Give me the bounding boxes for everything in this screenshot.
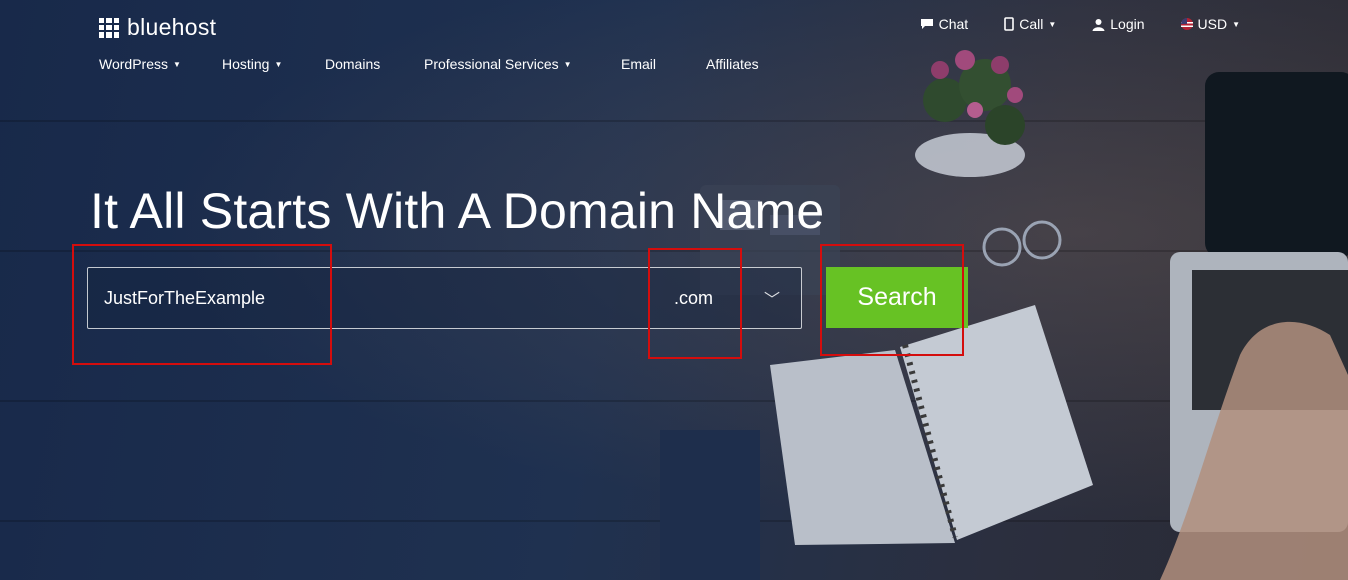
caret-down-icon: ▼ [172,59,181,69]
top-utility-links: Chat Call ▼ Login USD ▼ [920,16,1240,32]
grid-logo-icon [99,17,119,38]
main-nav: WordPress ▼ Hosting ▼ Domains Profession… [99,56,759,72]
login-link-label: Login [1110,16,1145,32]
bluehost-logo[interactable]: bluehost [99,14,216,41]
nav-item-label: Professional Services [424,56,559,72]
call-link-label: Call [1019,16,1044,32]
hero-title: It All Starts With A Domain Name [90,183,825,239]
caret-down-icon: ▼ [274,59,283,69]
call-link[interactable]: Call ▼ [1004,16,1056,32]
currency-label: USD [1197,16,1228,32]
brand-name: bluehost [127,14,217,40]
annotation-box-tld-select [648,248,742,359]
annotation-box-domain-input [72,244,332,365]
chat-bubble-icon [920,19,933,29]
nav-item-email[interactable]: Email [621,56,706,72]
nav-item-label: Hosting [222,56,270,72]
chat-link-label: Chat [938,16,969,32]
annotation-box-search-button [820,244,964,356]
us-flag-icon [1180,18,1193,30]
nav-item-label: Domains [325,56,381,72]
login-link[interactable]: Login [1092,16,1145,32]
caret-down-icon: ▼ [1232,19,1240,29]
nav-item-wordpress[interactable]: WordPress ▼ [99,56,222,72]
chat-link[interactable]: Chat [920,16,969,32]
nav-item-label: Affiliates [706,56,759,72]
nav-item-affiliates[interactable]: Affiliates [706,56,759,72]
book-image [660,430,760,580]
user-icon [1092,18,1105,31]
glasses-image [982,220,1062,267]
plant-image [915,50,1025,177]
hand-image [1160,321,1348,580]
nav-item-label: Email [621,56,657,72]
nav-item-domains[interactable]: Domains [325,56,424,72]
phone-icon [1004,17,1015,31]
caret-down-icon: ▼ [563,59,572,69]
nav-item-professional-services[interactable]: Professional Services ▼ [424,56,621,72]
caret-down-icon: ▼ [1048,19,1057,29]
chevron-down-icon: ﹀ [764,292,781,309]
nav-item-hosting[interactable]: Hosting ▼ [222,56,325,72]
nav-item-label: WordPress [99,56,168,72]
currency-selector[interactable]: USD ▼ [1180,16,1240,32]
